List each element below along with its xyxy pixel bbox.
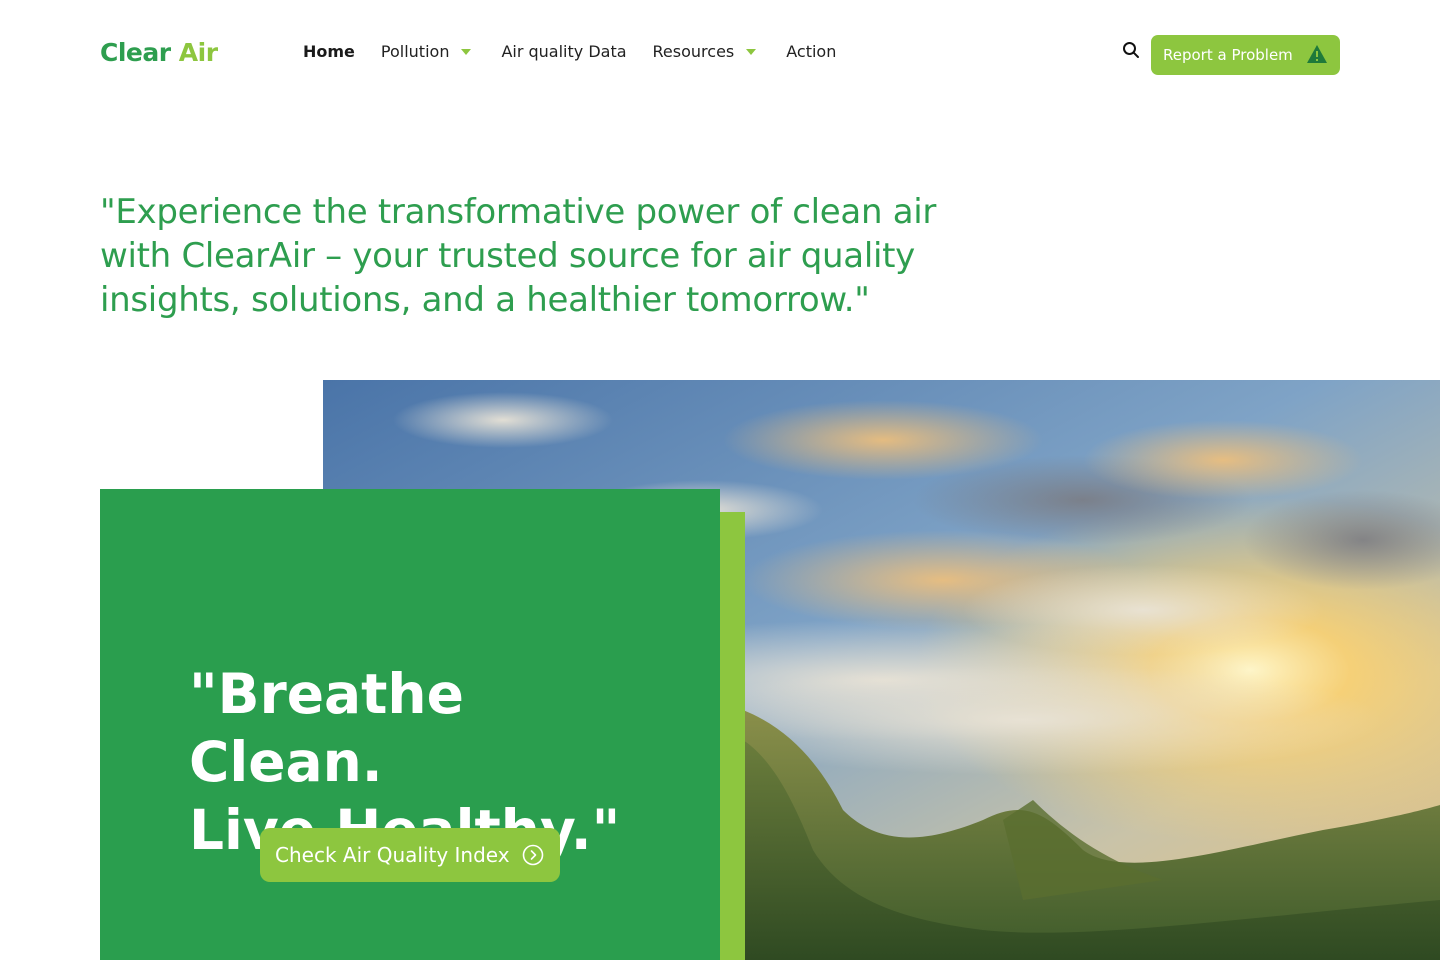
nav-item-action[interactable]: Action xyxy=(786,42,836,61)
report-problem-button[interactable]: Report a Problem xyxy=(1151,35,1340,75)
check-air-quality-label: Check Air Quality Index xyxy=(275,843,510,867)
report-problem-label: Report a Problem xyxy=(1163,46,1293,64)
nav-item-label: Action xyxy=(786,42,837,61)
nav-item-label: Resources xyxy=(652,42,735,61)
logo-word-air: Air xyxy=(178,38,218,67)
caret-down-icon xyxy=(461,49,472,55)
hero-tagline: "Experience the transformative power of … xyxy=(100,192,937,320)
logo[interactable]: Clear Air xyxy=(100,38,218,67)
nav-item-pollution[interactable]: Pollution xyxy=(381,42,472,61)
nav-item-air-quality-data[interactable]: Air quality Data xyxy=(501,42,626,61)
main-nav: Home Pollution Air quality Data Resource… xyxy=(303,42,836,61)
nav-item-label: Air quality Data xyxy=(501,42,627,61)
accent-strip xyxy=(720,512,745,960)
check-air-quality-button[interactable]: Check Air Quality Index xyxy=(260,828,560,882)
caret-down-icon xyxy=(746,49,757,55)
search-icon[interactable] xyxy=(1122,41,1140,59)
nav-item-label: Pollution xyxy=(380,42,450,61)
nav-item-resources[interactable]: Resources xyxy=(653,42,757,61)
warning-icon xyxy=(1307,45,1327,63)
hero-heading-line1: "Breathe Clean. xyxy=(189,662,464,794)
logo-word-clear: Clear xyxy=(100,38,171,67)
chevron-right-circle-icon xyxy=(522,844,544,866)
nav-item-home[interactable]: Home xyxy=(303,42,355,61)
nav-item-label: Home xyxy=(303,42,355,61)
